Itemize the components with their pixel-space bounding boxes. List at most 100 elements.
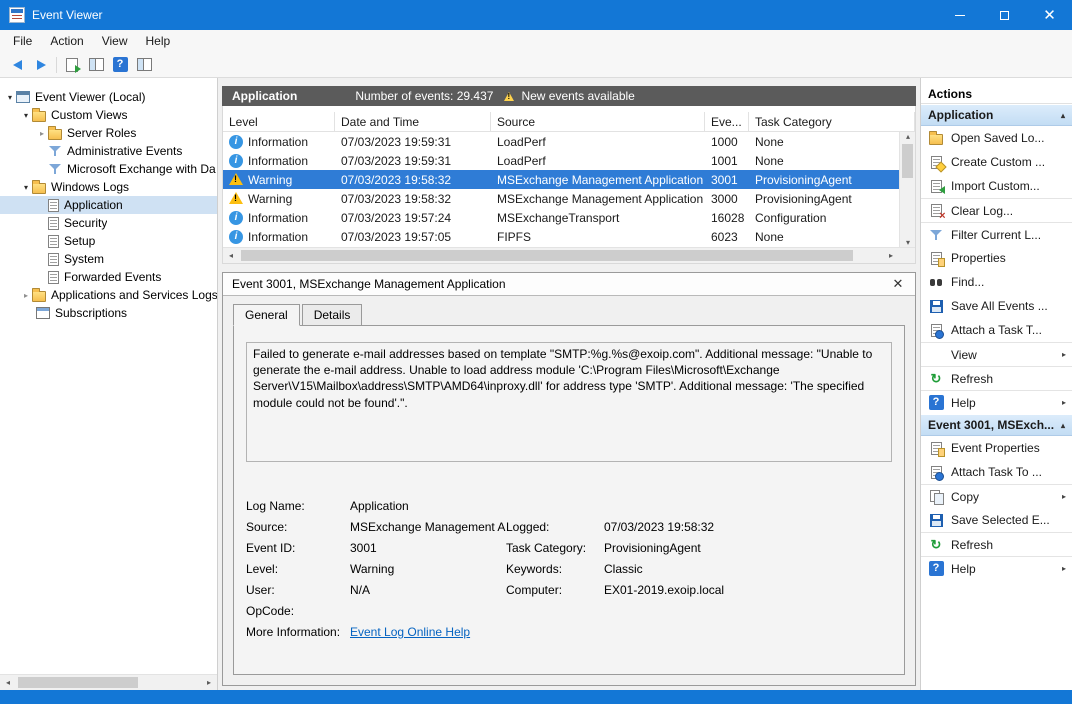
column-event-id[interactable]: Eve... [705, 112, 749, 131]
tree-item-forwarded-events[interactable]: Forwarded Events [0, 268, 217, 286]
maximize-button[interactable] [982, 0, 1027, 30]
menu-action[interactable]: Action [41, 30, 92, 52]
chevron-expanded-icon[interactable] [4, 93, 16, 102]
action-open-saved-log[interactable]: Open Saved Lo... [921, 126, 1072, 150]
cell-level: Information [248, 135, 308, 149]
event-description[interactable]: Failed to generate e-mail addresses base… [246, 342, 892, 462]
action-event-properties[interactable]: Event Properties [921, 436, 1072, 460]
column-level[interactable]: Level [223, 112, 335, 131]
field-value: Warning [350, 559, 506, 580]
new-events-icon [503, 91, 515, 102]
action-refresh-event[interactable]: Refresh [921, 532, 1072, 556]
column-source[interactable]: Source [491, 112, 705, 131]
event-row-3[interactable]: Warning 07/03/2023 19:58:32 MSExchange M… [223, 189, 899, 208]
toolbar-separator [56, 57, 57, 73]
tree-item-security[interactable]: Security [0, 214, 217, 232]
export-icon[interactable] [63, 56, 81, 74]
tree-item-label: Subscriptions [55, 306, 127, 320]
actions-section-application[interactable]: Application [921, 104, 1072, 126]
tree-item-setup[interactable]: Setup [0, 232, 217, 250]
folder-icon [32, 291, 46, 302]
task-icon [931, 324, 942, 337]
tree-item-subscriptions[interactable]: Subscriptions [0, 304, 217, 322]
close-preview-icon[interactable]: ✕ [890, 276, 906, 292]
console-tree-icon[interactable] [87, 56, 105, 74]
event-row-2-selected[interactable]: Warning 07/03/2023 19:58:32 MSExchange M… [223, 170, 899, 189]
scrollbar-thumb[interactable] [18, 677, 138, 688]
chevron-collapsed-icon[interactable] [20, 291, 32, 300]
scroll-left-icon[interactable] [0, 675, 16, 690]
tree-item-administrative-events[interactable]: Administrative Events [0, 142, 217, 160]
scroll-left-icon[interactable] [223, 248, 239, 263]
event-log-online-help-link[interactable]: Event Log Online Help [350, 625, 470, 639]
cell-datetime: 07/03/2023 19:57:05 [335, 230, 491, 244]
tree-item-event-viewer-local[interactable]: Event Viewer (Local) [0, 88, 217, 106]
action-filter-current-log[interactable]: Filter Current L... [921, 222, 1072, 246]
log-summary-bar: Application Number of events: 29.437 New… [222, 86, 916, 106]
tab-details[interactable]: Details [302, 304, 363, 326]
chevron-expanded-icon[interactable] [20, 183, 32, 192]
event-list-vertical-scrollbar[interactable] [899, 132, 915, 247]
scroll-up-icon[interactable] [900, 132, 916, 141]
menu-help[interactable]: Help [137, 30, 180, 52]
chevron-collapsed-icon[interactable] [36, 129, 48, 138]
scrollbar-thumb[interactable] [902, 144, 913, 178]
tree-item-windows-logs[interactable]: Windows Logs [0, 178, 217, 196]
event-row-1[interactable]: Information 07/03/2023 19:59:31 LoadPerf… [223, 151, 899, 170]
action-help-event[interactable]: Help [921, 556, 1072, 580]
event-row-5[interactable]: Information 07/03/2023 19:57:05 FIPFS 60… [223, 227, 899, 246]
event-row-4[interactable]: Information 07/03/2023 19:57:24 MSExchan… [223, 208, 899, 227]
actions-section-event[interactable]: Event 3001, MSExch... [921, 414, 1072, 436]
close-button[interactable]: ✕ [1027, 0, 1072, 30]
collapse-section-icon[interactable] [1061, 111, 1065, 120]
column-task-category[interactable]: Task Category [749, 112, 915, 131]
cell-source: LoadPerf [491, 135, 705, 149]
action-refresh[interactable]: Refresh [921, 366, 1072, 390]
action-save-all-events[interactable]: Save All Events ... [921, 294, 1072, 318]
action-pane-icon[interactable] [135, 56, 153, 74]
warning-icon [229, 192, 243, 204]
help-icon[interactable] [111, 56, 129, 74]
menu-file[interactable]: File [4, 30, 41, 52]
action-help[interactable]: Help [921, 390, 1072, 414]
tree-item-system[interactable]: System [0, 250, 217, 268]
action-save-selected-events[interactable]: Save Selected E... [921, 508, 1072, 532]
tree-item-applications-and-services-logs[interactable]: Applications and Services Logs [0, 286, 217, 304]
tree-item-server-roles[interactable]: Server Roles [0, 124, 217, 142]
action-view[interactable]: View [921, 342, 1072, 366]
collapse-section-icon[interactable] [1061, 421, 1065, 430]
chevron-expanded-icon[interactable] [20, 111, 32, 120]
action-attach-task[interactable]: Attach a Task T... [921, 318, 1072, 342]
tree-horizontal-scrollbar[interactable] [0, 674, 217, 690]
submenu-arrow-icon [1062, 492, 1066, 501]
tree-item-application[interactable]: Application [0, 196, 217, 214]
cell-event-id: 3000 [705, 192, 749, 206]
forward-arrow-icon[interactable] [32, 56, 50, 74]
column-date-time[interactable]: Date and Time [335, 112, 491, 131]
event-list-horizontal-scrollbar[interactable] [223, 247, 915, 263]
minimize-icon [955, 15, 965, 16]
tree-item-microsoft-exchange[interactable]: Microsoft Exchange with Da [0, 160, 217, 178]
tab-general[interactable]: General [233, 304, 300, 326]
action-copy[interactable]: Copy [921, 484, 1072, 508]
action-clear-log[interactable]: Clear Log... [921, 198, 1072, 222]
menu-view[interactable]: View [93, 30, 137, 52]
scroll-down-icon[interactable] [900, 238, 916, 247]
action-find[interactable]: Find... [921, 270, 1072, 294]
cell-task-category: None [749, 135, 899, 149]
scrollbar-thumb[interactable] [241, 250, 853, 261]
event-row-0[interactable]: Information 07/03/2023 19:59:31 LoadPerf… [223, 132, 899, 151]
minimize-button[interactable] [937, 0, 982, 30]
tree-item-custom-views[interactable]: Custom Views [0, 106, 217, 124]
scroll-right-icon[interactable] [201, 675, 217, 690]
action-create-custom-view[interactable]: Create Custom ... [921, 150, 1072, 174]
help-icon [929, 395, 944, 410]
action-import-custom-view[interactable]: Import Custom... [921, 174, 1072, 198]
preview-splitter[interactable] [222, 264, 916, 272]
action-attach-task-to-event[interactable]: Attach Task To ... [921, 460, 1072, 484]
cell-task-category: ProvisioningAgent [749, 173, 899, 187]
back-arrow-icon[interactable] [8, 56, 26, 74]
action-label: Clear Log... [951, 204, 1013, 218]
scroll-right-icon[interactable] [883, 248, 899, 263]
action-properties[interactable]: Properties [921, 246, 1072, 270]
